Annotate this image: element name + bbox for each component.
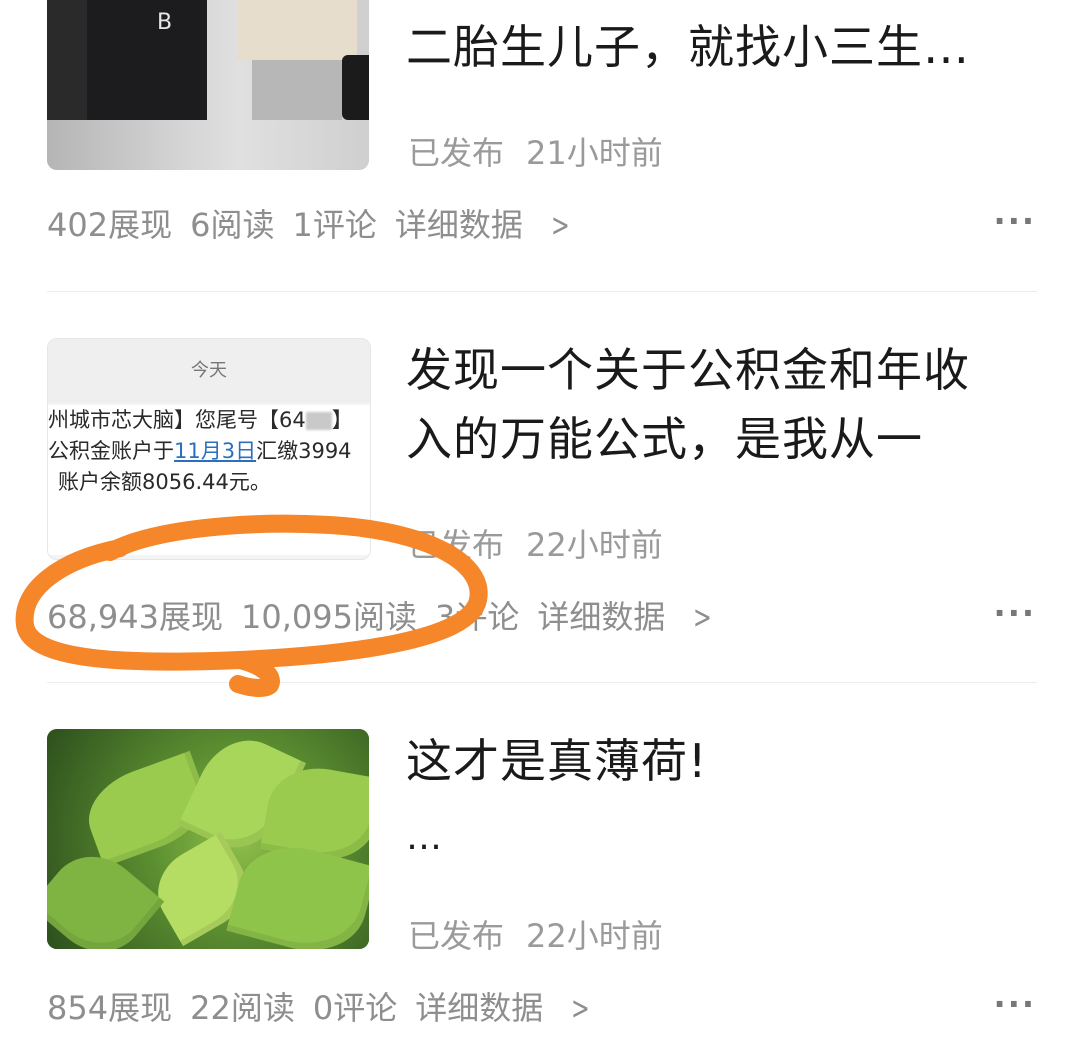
detail-data-link[interactable]: 详细数据 > xyxy=(537,598,734,636)
impressions-count: 402展现 xyxy=(47,206,173,244)
article-feed: B 二胎生儿子，就找小三生… 已发布 21小时前 402展现 6阅读 1评论 详细数据 >… xyxy=(0,0,1084,1061)
post-thumbnail[interactable] xyxy=(47,729,369,949)
post-status: 已发布 22小时前 xyxy=(408,911,685,957)
more-dots-icon[interactable]: ··· xyxy=(994,202,1036,240)
publish-time: 22小时前 xyxy=(526,526,663,564)
post-thumbnail[interactable]: 今天 州城市芯大脑】您尾号【64】 公积金账户于11月3日汇缴3994 账户余额… xyxy=(47,338,371,560)
publish-status: 已发布 xyxy=(408,526,505,564)
publish-time: 21小时前 xyxy=(526,134,663,172)
post-title[interactable]: 发现一个关于公积金和年收入的万能公式，是我从一 xyxy=(406,336,996,474)
post-card-2[interactable]: 今天 州城市芯大脑】您尾号【64】 公积金账户于11月3日汇缴3994 账户余额… xyxy=(0,292,1084,682)
comments-count[interactable]: 1评论 xyxy=(292,206,376,244)
post-card-3[interactable]: 这才是真薄荷! … 已发布 22小时前 854展现 22阅读 0评论 详细数据 > ··· xyxy=(0,683,1084,1061)
post-stats: 68,943展现 10,095阅读 3评论 详细数据 > xyxy=(47,592,752,638)
post-thumbnail[interactable]: B xyxy=(47,0,369,170)
more-dots-icon[interactable]: ··· xyxy=(994,594,1036,632)
publish-time: 22小时前 xyxy=(526,917,663,955)
post-status: 已发布 21小时前 xyxy=(408,128,685,174)
impressions-count: 854展现 xyxy=(47,989,173,1027)
post-status: 已发布 22小时前 xyxy=(408,520,685,566)
sms-date-header: 今天 xyxy=(48,339,370,403)
publish-status: 已发布 xyxy=(408,917,505,955)
post-title[interactable]: 这才是真薄荷! xyxy=(406,727,1006,796)
sms-message: 州城市芯大脑】您尾号【64】 公积金账户于11月3日汇缴3994 账户余额805… xyxy=(48,405,370,555)
detail-data-link[interactable]: 详细数据 > xyxy=(395,206,592,244)
reads-count: 6阅读 xyxy=(190,206,275,244)
post-stats: 854展现 22阅读 0评论 详细数据 > xyxy=(47,983,630,1029)
chevron-right-icon: > xyxy=(693,598,713,636)
reads-count: 10,095阅读 xyxy=(240,598,417,636)
post-card-1[interactable]: B 二胎生儿子，就找小三生… 已发布 21小时前 402展现 6阅读 1评论 详细数据 >… xyxy=(0,0,1084,290)
post-subtitle: … xyxy=(406,817,443,858)
detail-data-link[interactable]: 详细数据 > xyxy=(415,989,612,1027)
impressions-count: 68,943展现 xyxy=(47,598,223,636)
more-dots-icon[interactable]: ··· xyxy=(994,985,1036,1023)
reads-count: 22阅读 xyxy=(190,989,295,1027)
comments-count[interactable]: 3评论 xyxy=(435,598,519,636)
comments-count[interactable]: 0评论 xyxy=(313,989,397,1027)
chevron-right-icon: > xyxy=(550,206,570,244)
post-stats: 402展现 6阅读 1评论 详细数据 > xyxy=(47,200,610,246)
post-title[interactable]: 二胎生儿子，就找小三生… xyxy=(406,0,1006,82)
publish-status: 已发布 xyxy=(408,134,505,172)
chevron-right-icon: > xyxy=(571,989,591,1027)
